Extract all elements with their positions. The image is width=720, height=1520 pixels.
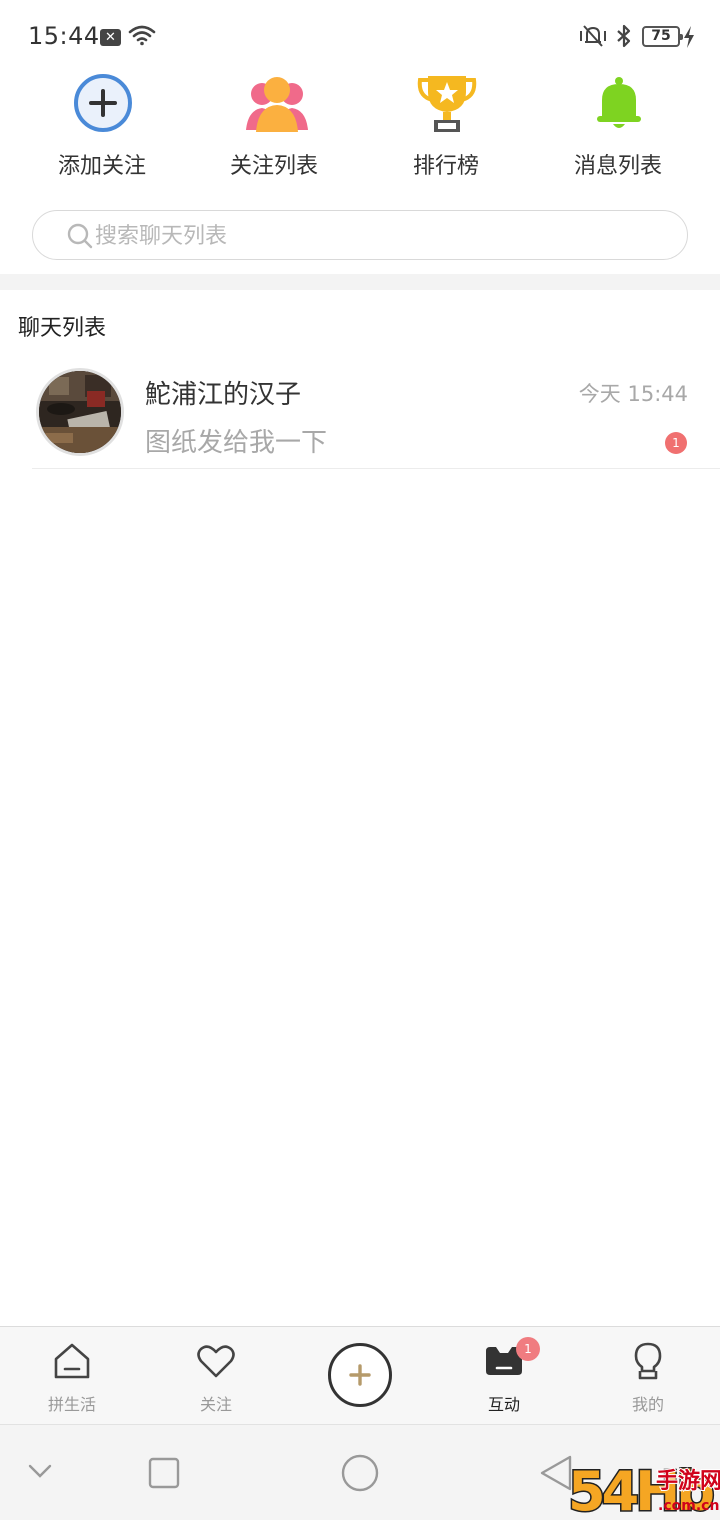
battery-icon: 75: [642, 26, 683, 47]
notification-badge: 1: [516, 1337, 540, 1361]
people-icon: [244, 72, 308, 134]
notification-icon: ✕: [100, 29, 121, 46]
bottom-tab-bar: 拼生活 关注 1 互动 我的: [0, 1326, 720, 1424]
list-divider: [32, 468, 720, 469]
tab-follow-label: 关注: [199, 1395, 232, 1414]
search-icon: [67, 223, 93, 253]
profile-icon: [628, 1341, 668, 1381]
bell-icon: [588, 72, 650, 134]
message-list-button[interactable]: 消息列表: [532, 68, 704, 186]
avatar: [36, 368, 124, 456]
status-bar: 15:44 ✕ 75: [0, 0, 720, 70]
search-input[interactable]: [95, 217, 655, 255]
follow-list-button[interactable]: 关注列表: [188, 68, 360, 186]
home-icon: [52, 1341, 92, 1381]
chat-list-item[interactable]: 鮀浦江的汉子 今天 15:44 图纸发给我一下 1: [0, 360, 720, 470]
search-bar[interactable]: [32, 210, 688, 260]
chat-contact-name: 鮀浦江的汉子: [145, 380, 302, 410]
quick-actions: 添加关注 关注列表 排行榜 消息列表: [0, 68, 720, 186]
add-follow-label: 添加关注: [57, 154, 146, 179]
add-follow-button[interactable]: 添加关注: [16, 68, 188, 186]
chat-timestamp: 今天 15:44: [578, 382, 688, 406]
tab-profile[interactable]: 我的: [576, 1327, 720, 1425]
svg-text:.com.cn: .com.cn: [658, 1498, 719, 1514]
home-circle-icon[interactable]: [340, 1453, 380, 1497]
follow-list-label: 关注列表: [229, 154, 318, 179]
chat-last-message: 图纸发给我一下: [145, 428, 328, 458]
tab-home[interactable]: 拼生活: [0, 1327, 144, 1425]
add-post-button[interactable]: [328, 1343, 392, 1407]
tab-follow[interactable]: 关注: [144, 1327, 288, 1425]
plus-icon: [349, 1364, 371, 1386]
recent-apps-icon[interactable]: [148, 1457, 180, 1493]
section-title: 聊天列表: [18, 316, 107, 341]
tab-interaction[interactable]: 1 互动: [432, 1327, 576, 1425]
tab-home-label: 拼生活: [47, 1395, 96, 1414]
svg-text:手游网: 手游网: [656, 1468, 720, 1494]
charging-icon: [683, 26, 695, 52]
bluetooth-icon: [614, 24, 634, 52]
vibrate-icon: [578, 24, 608, 52]
wifi-icon: [128, 24, 156, 50]
heart-icon: [196, 1341, 236, 1381]
leaderboard-label: 排行榜: [412, 154, 479, 179]
tab-interaction-label: 互动: [487, 1395, 520, 1414]
leaderboard-button[interactable]: 排行榜: [360, 68, 532, 186]
trophy-icon: [416, 72, 478, 134]
tab-profile-label: 我的: [631, 1395, 664, 1414]
unread-badge: 1: [665, 432, 687, 454]
chevron-down-icon[interactable]: [28, 1463, 52, 1483]
message-list-label: 消息列表: [573, 154, 662, 179]
add-circle-icon: [72, 72, 134, 134]
section-divider: [0, 274, 720, 290]
status-time: 15:44: [28, 22, 100, 50]
watermark-logo: 54Hb 手游网 .com.cn: [566, 1452, 720, 1520]
